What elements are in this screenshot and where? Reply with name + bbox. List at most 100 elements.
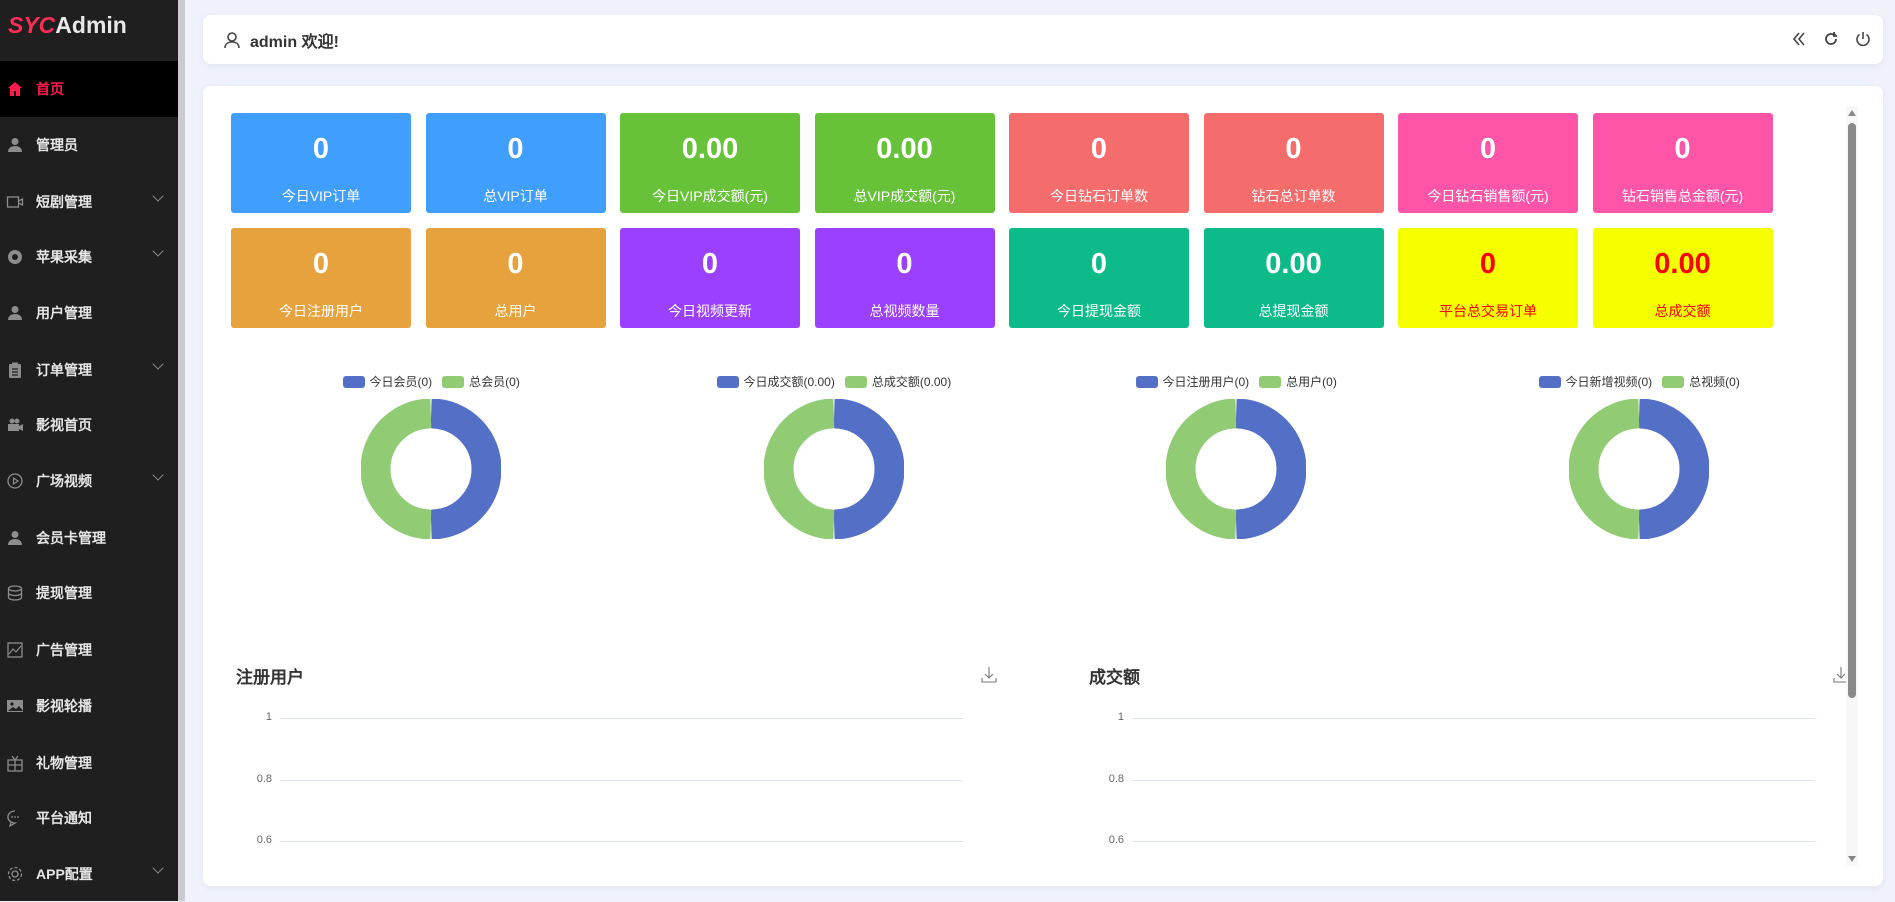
donut-chart [1166,399,1306,539]
stat-tile: 0 总VIP订单 [426,113,606,213]
sidebar-item-label: 短剧管理 [36,192,92,212]
stat-value: 0 [1204,133,1384,166]
y-tick-label: 0.8 [1094,773,1124,785]
sidebar-item-label: 广场视频 [36,471,92,491]
donut-slice-total [1570,400,1638,538]
stat-label: 今日VIP订单 [231,186,411,206]
sidebar-item-14[interactable]: APP配置 [0,846,178,902]
stat-label: 平台总交易订单 [1398,301,1578,321]
sidebar-item-2[interactable]: 短剧管理 [0,174,178,230]
y-tick-label: 1 [1094,711,1124,723]
legend-item[interactable]: 今日注册用户(0) [1136,373,1250,390]
stat-label: 总VIP订单 [426,186,606,206]
legend-item[interactable]: 今日会员(0) [343,373,433,390]
user-icon [6,304,24,322]
pie-legend: 今日成交额(0.00) 总成交额(0.00) [717,373,952,390]
sidebar-item-8[interactable]: 会员卡管理 [0,510,178,566]
stat-label: 今日提现金额 [1009,301,1189,321]
donut-chart [764,399,904,539]
stat-label: 总提现金额 [1204,301,1384,321]
sidebar-item-label: 广告管理 [36,640,92,660]
sidebar-scrollbar[interactable] [178,0,185,901]
sidebar-item-label: 苹果采集 [36,247,92,267]
y-tick-label: 0.8 [242,773,272,785]
chevron-down-icon [152,469,163,480]
sidebar-item-9[interactable]: 提现管理 [0,565,178,621]
video-camera-icon [6,193,24,211]
sidebar-item-4[interactable]: 用户管理 [0,285,178,341]
line-chart-title: 成交额 [1089,663,1140,688]
sidebar-item-13[interactable]: 平台通知 [0,790,178,846]
scroll-thumb[interactable] [1848,123,1856,698]
chevron-down-icon [152,190,163,201]
scroll-up-arrow[interactable] [1848,110,1856,116]
donut-chart [1569,399,1709,539]
stat-label: 总成交额 [1593,301,1773,321]
sidebar-item-5[interactable]: 订单管理 [0,342,178,398]
stat-tile: 0.00总VIP成交额(元) [815,113,995,213]
sidebar-item-0[interactable]: 首页 [0,61,178,117]
gift-icon [6,754,24,772]
sidebar-item-11[interactable]: 影视轮播 [0,678,178,734]
gridline [1132,718,1815,719]
download-icon[interactable] [980,666,998,684]
user-icon [6,136,24,154]
line-chart-title: 注册用户 [236,663,304,688]
stat-label: 总VIP成交额(元) [815,186,995,206]
stat-value: 0 [815,248,995,281]
stat-value: 0 [1009,133,1189,166]
pie-legend: 今日新增视频(0) 总视频(0) [1539,373,1740,390]
sidebar: SYCAdmin 首页管理员短剧管理苹果采集用户管理订单管理影视首页广场视频会员… [0,0,178,901]
stat-label: 钻石总订单数 [1204,186,1384,206]
sidebar-item-label: 影视轮播 [36,696,92,716]
scroll-down-arrow[interactable] [1848,856,1856,862]
sidebar-item-label: 平台通知 [36,808,92,828]
clipboard-icon [6,361,24,379]
sidebar-item-label: 提现管理 [36,583,92,603]
stat-value: 0.00 [1593,248,1773,281]
chevron-down-icon [152,862,163,873]
sidebar-item-3[interactable]: 苹果采集 [0,229,178,285]
user-icon [6,529,24,547]
sidebar-item-10[interactable]: 广告管理 [0,622,178,678]
sidebar-item-label: 影视首页 [36,415,92,435]
collapse-sidebar-icon[interactable] [1789,29,1809,49]
sidebar-item-7[interactable]: 广场视频 [0,453,178,509]
sidebar-item-6[interactable]: 影视首页 [0,397,178,453]
donut-slice-today [1237,400,1305,538]
sidebar-item-1[interactable]: 管理员 [0,117,178,173]
chat-icon [6,809,24,827]
main-scrollbar[interactable] [1846,106,1858,866]
legend-item[interactable]: 今日成交额(0.00) [717,373,835,390]
chevron-down-icon [152,245,163,256]
sidebar-item-label: 订单管理 [36,360,92,380]
legend-item[interactable]: 总用户(0) [1259,373,1337,390]
legend-item[interactable]: 总成交额(0.00) [845,373,951,390]
legend-item[interactable]: 今日新增视频(0) [1539,373,1653,390]
welcome-text: admin 欢迎! [250,28,339,52]
power-icon[interactable] [1853,29,1873,49]
refresh-icon[interactable] [1821,29,1841,49]
play-circle-icon [6,472,24,490]
stat-tile: 0.00总提现金额 [1204,228,1384,328]
line-chart-image-icon [6,641,24,659]
database-icon [6,584,24,602]
stat-label: 今日注册用户 [231,301,411,321]
donut-slice-total [1167,400,1235,538]
stat-tile: 0.00 总成交额 [1593,228,1773,328]
stat-value: 0 [1398,248,1578,281]
stat-tile: 0今日提现金额 [1009,228,1189,328]
lifebuoy-icon [6,248,24,266]
legend-item[interactable]: 总视频(0) [1662,373,1740,390]
legend-item[interactable]: 总会员(0) [442,373,520,390]
logo: SYCAdmin [8,12,127,39]
y-tick-label: 0.6 [1094,834,1124,846]
sidebar-item-label: 礼物管理 [36,753,92,773]
gridline [280,718,963,719]
gear-icon [6,865,24,883]
stat-value: 0 [426,133,606,166]
sidebar-item-12[interactable]: 礼物管理 [0,735,178,791]
stat-label: 总视频数量 [815,301,995,321]
stat-tile: 0今日钻石订单数 [1009,113,1189,213]
stat-tile: 0 钻石总订单数 [1204,113,1384,213]
